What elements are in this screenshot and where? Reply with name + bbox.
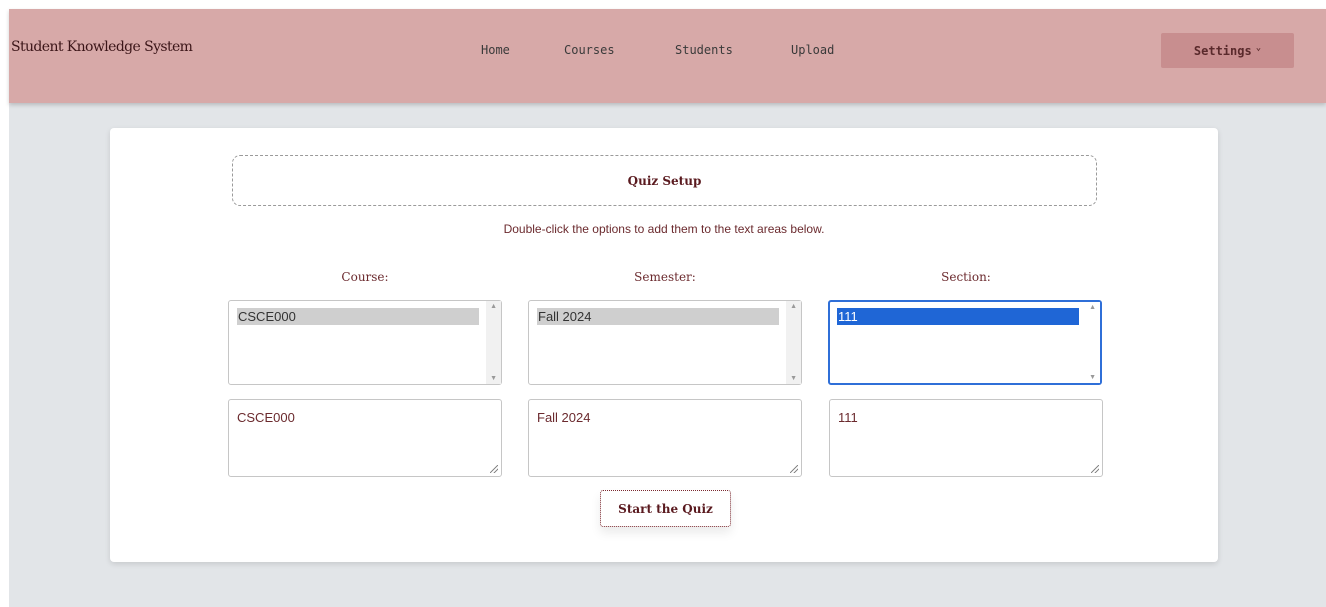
resize-grip-icon[interactable] (1091, 465, 1099, 473)
section-label: Section: (941, 270, 991, 284)
resize-grip-icon[interactable] (790, 465, 798, 473)
nav-upload-link[interactable]: Upload (791, 43, 834, 57)
semester-option[interactable]: Fall 2024 (537, 308, 779, 325)
navbar: Student Knowledge System Home Courses St… (9, 9, 1326, 103)
course-select[interactable]: CSCE000 ▲ ▼ (228, 300, 502, 385)
semester-textarea[interactable]: Fall 2024 (528, 399, 802, 477)
instructions-text: Double-click the options to add them to … (503, 222, 825, 236)
nav-courses-link[interactable]: Courses (564, 43, 615, 57)
resize-grip-icon[interactable] (490, 465, 498, 473)
section-option[interactable]: 111 (837, 308, 1079, 325)
scroll-up-icon[interactable]: ▲ (790, 303, 797, 310)
course-option[interactable]: CSCE000 (237, 308, 479, 325)
app-frame: Student Knowledge System Home Courses St… (9, 9, 1326, 607)
quiz-setup-card: Quiz Setup Double-click the options to a… (110, 128, 1218, 562)
nav-students-link[interactable]: Students (675, 43, 733, 57)
semester-select-scrollbar[interactable]: ▲ ▼ (786, 301, 801, 384)
section-textarea-value: 111 (838, 410, 858, 425)
semester-select[interactable]: Fall 2024 ▲ ▼ (528, 300, 802, 385)
settings-label: Settings (1193, 43, 1252, 58)
nav-links: Home Courses Students Upload (9, 43, 1326, 63)
scroll-up-icon[interactable]: ▲ (490, 303, 497, 310)
section-select-scrollbar[interactable]: ▲ ▼ (1085, 302, 1100, 383)
settings-button[interactable]: Settings ⌄ (1161, 33, 1294, 68)
section-textarea[interactable]: 111 (829, 399, 1103, 477)
course-label: Course: (341, 270, 389, 284)
scroll-down-icon[interactable]: ▼ (1089, 374, 1096, 381)
course-select-scrollbar[interactable]: ▲ ▼ (486, 301, 501, 384)
semester-textarea-value: Fall 2024 (537, 410, 591, 425)
scroll-down-icon[interactable]: ▼ (790, 375, 797, 382)
section-select[interactable]: 111 ▲ ▼ (828, 300, 1102, 385)
nav-home-link[interactable]: Home (481, 43, 510, 57)
scroll-down-icon[interactable]: ▼ (490, 375, 497, 382)
start-quiz-button[interactable]: Start the Quiz (600, 490, 731, 527)
course-textarea-value: CSCE000 (237, 410, 295, 425)
semester-label: Semester: (634, 270, 696, 284)
quiz-setup-header: Quiz Setup (232, 155, 1097, 206)
chevron-down-icon: ⌄ (1255, 42, 1262, 53)
course-textarea[interactable]: CSCE000 (228, 399, 502, 477)
scroll-up-icon[interactable]: ▲ (1089, 304, 1096, 311)
quiz-setup-title: Quiz Setup (627, 173, 702, 188)
